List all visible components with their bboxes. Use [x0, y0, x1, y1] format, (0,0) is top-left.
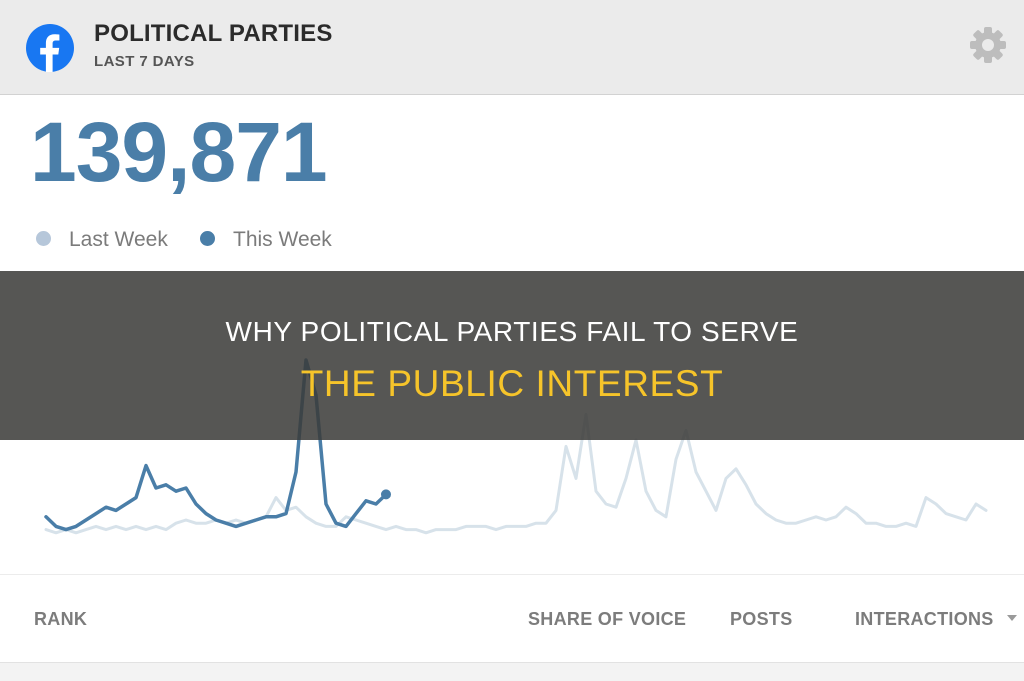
headline-line-1: WHY POLITICAL PARTIES FAIL TO SERVE — [225, 316, 799, 347]
legend-item-last-week[interactable]: Last Week — [36, 228, 168, 252]
legend-label-last-week: Last Week — [69, 228, 168, 251]
series-endpoint-marker[interactable] — [381, 489, 391, 500]
gear-icon[interactable] — [968, 25, 1008, 65]
headline-line-2: THE PUBLIC INTEREST — [300, 363, 724, 404]
column-interactions[interactable]: INTERACTIONS — [855, 609, 1017, 630]
column-posts[interactable]: POSTS — [730, 609, 793, 630]
table-header-row: RANK SHARE OF VOICE POSTS INTERACTIONS — [0, 574, 1024, 663]
legend-dot-last-week — [36, 230, 51, 246]
column-interactions-label: INTERACTIONS — [855, 609, 994, 629]
interactions-total: 139,871 — [30, 105, 328, 199]
column-share-of-voice[interactable]: SHARE OF VOICE — [528, 609, 686, 630]
facebook-icon — [26, 24, 74, 72]
caret-down-icon[interactable] — [1006, 615, 1017, 622]
headline-banner — [0, 271, 1024, 440]
legend-label-this-week: This Week — [233, 228, 332, 251]
date-range-label: LAST 7 DAYS — [94, 53, 195, 70]
page-title: POLITICAL PARTIES — [94, 20, 333, 47]
legend-item-this-week[interactable]: This Week — [200, 228, 332, 252]
legend-dot-this-week — [200, 230, 215, 246]
table-body-edge — [0, 662, 1024, 681]
header-bar: POLITICAL PARTIES LAST 7 DAYS — [0, 0, 1024, 95]
column-rank[interactable]: RANK — [34, 609, 87, 630]
